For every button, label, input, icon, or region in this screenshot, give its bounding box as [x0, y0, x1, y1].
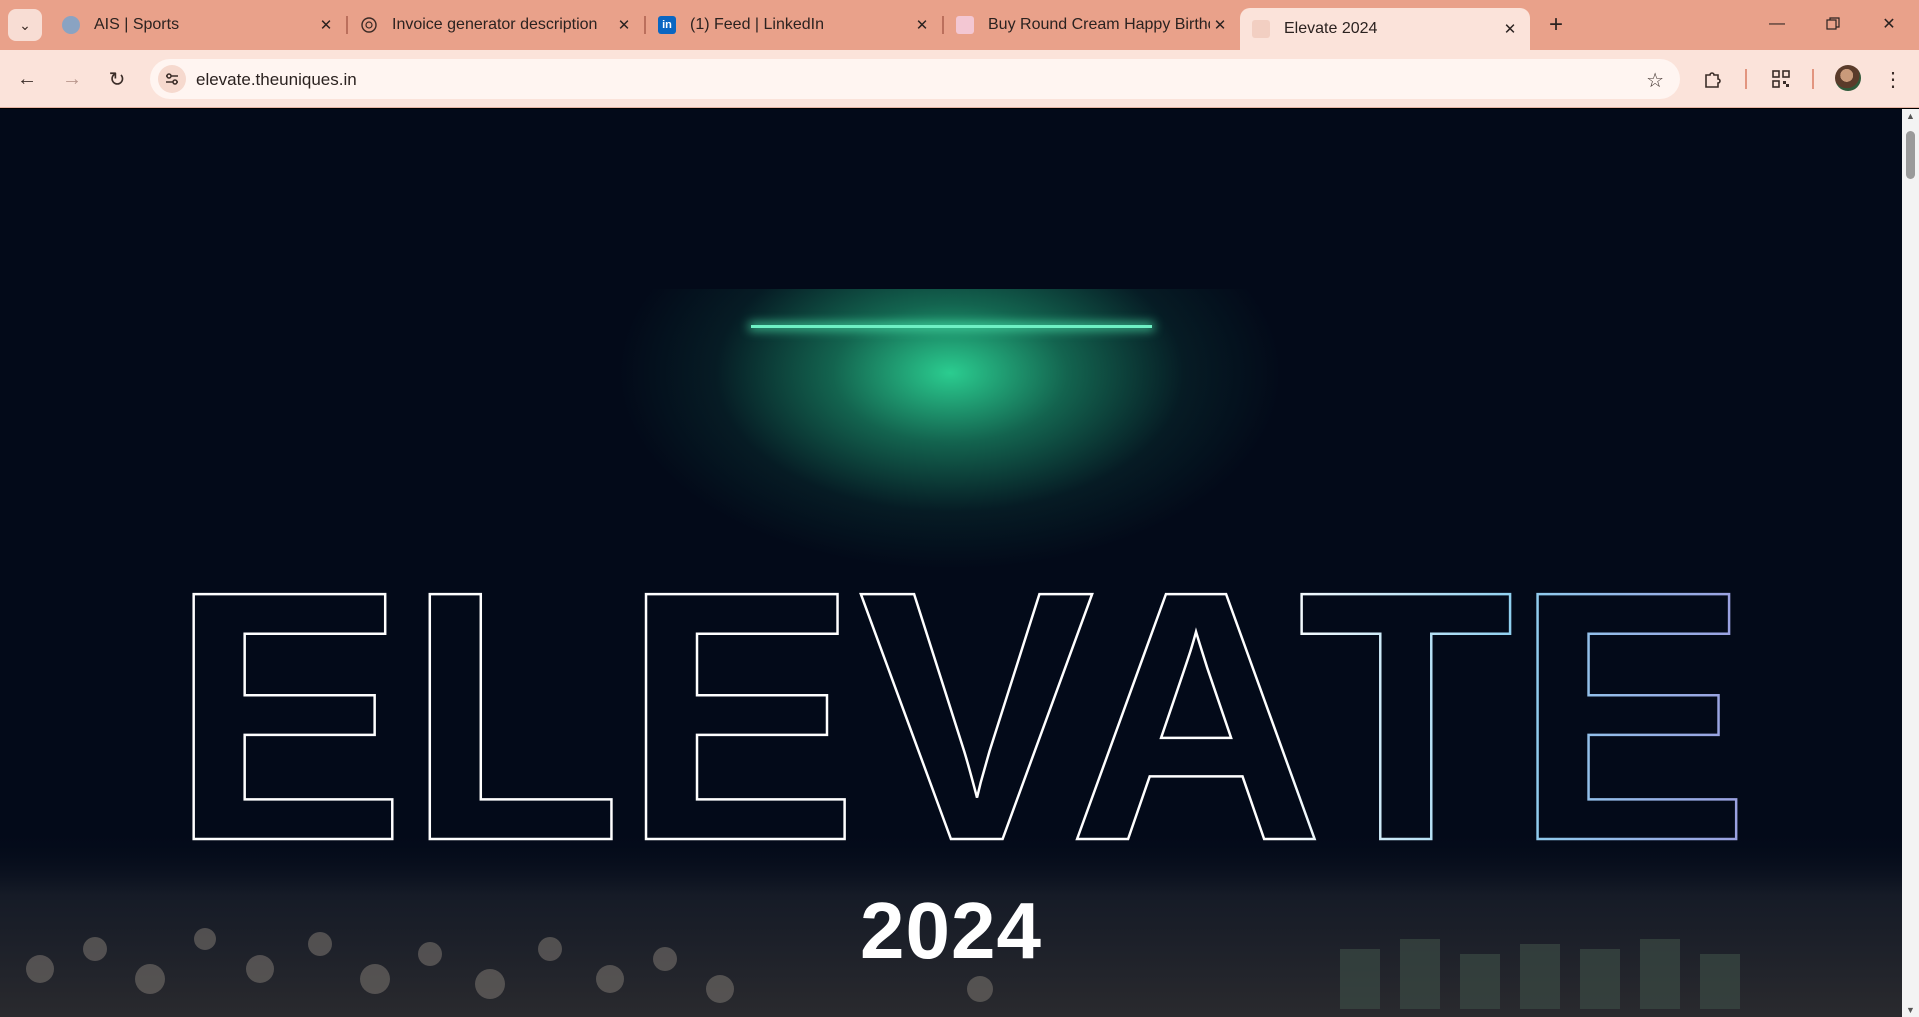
event-year: 2024 [860, 886, 1042, 975]
toolbar-divider [1812, 69, 1814, 89]
extensions-button[interactable] [1696, 62, 1730, 96]
close-window-button[interactable]: ✕ [1866, 8, 1912, 40]
tab-birthday-cake[interactable]: Buy Round Cream Happy Birthd ✕ [944, 8, 1240, 42]
shop-icon [956, 16, 974, 34]
globe-icon [62, 16, 80, 34]
site-icon [1252, 20, 1270, 38]
tab-search-button[interactable]: ⌄ [8, 9, 42, 41]
close-icon: ✕ [1882, 16, 1896, 33]
tune-icon [166, 73, 178, 85]
profile-avatar[interactable] [1835, 65, 1861, 91]
arrow-right-icon: → [62, 67, 82, 90]
bookmark-star-icon[interactable]: ☆ [1646, 68, 1664, 93]
hero-section: ELEVATE 2024 [0, 109, 1902, 1017]
site-info-button[interactable] [158, 65, 186, 93]
scroll-down-icon[interactable]: ▼ [1905, 1005, 1916, 1015]
chevron-down-icon: ⌄ [19, 16, 31, 33]
minimize-icon: — [1769, 15, 1785, 32]
minimize-button[interactable]: — [1754, 8, 1800, 40]
tab-linkedin[interactable]: in (1) Feed | LinkedIn ✕ [646, 8, 944, 42]
scrollbar-thumb[interactable] [1906, 131, 1915, 179]
qr-code-button[interactable] [1764, 62, 1798, 96]
tab-title: Elevate 2024 [1284, 20, 1378, 37]
headline-text: ELEVATE [170, 559, 1750, 859]
close-icon[interactable]: ✕ [614, 15, 634, 35]
tab-title: (1) Feed | LinkedIn [690, 16, 825, 33]
reload-button[interactable]: ↻ [100, 62, 134, 96]
arrow-left-icon: ← [17, 67, 37, 90]
plus-icon: + [1548, 11, 1563, 38]
tab-elevate-2024[interactable]: Elevate 2024 ✕ [1240, 8, 1530, 50]
close-icon[interactable]: ✕ [1500, 19, 1520, 39]
new-tab-button[interactable]: + [1542, 11, 1570, 39]
restore-icon [1826, 17, 1840, 30]
browser-toolbar: ← → ↻ elevate.theuniques.in ☆ ⋮ [0, 50, 1919, 108]
address-bar[interactable]: elevate.theuniques.in ☆ [150, 59, 1680, 99]
tab-title: Invoice generator description [392, 16, 598, 33]
puzzle-icon [1705, 72, 1721, 88]
scroll-up-icon[interactable]: ▲ [1905, 111, 1916, 121]
back-button[interactable]: ← [10, 62, 44, 96]
headline-outline: ELEVATE [169, 559, 1752, 859]
tab-invoice-generator[interactable]: Invoice generator description ✕ [348, 8, 646, 42]
linkedin-icon: in [658, 16, 676, 34]
forward-button[interactable]: → [55, 62, 89, 96]
light-bar [751, 325, 1152, 328]
more-vertical-icon: ⋮ [1883, 68, 1903, 91]
tab-title: AIS | Sports [94, 16, 180, 33]
tab-title: Buy Round Cream Happy Birthd [988, 16, 1210, 33]
tab-strip: ⌄ AIS | Sports ✕ Invoice generator descr… [0, 0, 1919, 50]
tab-ais-sports[interactable]: AIS | Sports ✕ [50, 8, 348, 42]
toolbar-divider [1745, 69, 1747, 89]
close-icon[interactable]: ✕ [316, 15, 336, 35]
restore-button[interactable] [1810, 8, 1856, 40]
qr-code-icon [1772, 70, 1790, 88]
page-scrollbar[interactable]: ▲ ▼ [1902, 109, 1919, 1017]
url-text[interactable]: elevate.theuniques.in [196, 70, 357, 90]
close-icon[interactable]: ✕ [912, 15, 932, 35]
openai-icon [360, 16, 378, 34]
menu-button[interactable]: ⋮ [1876, 62, 1910, 96]
close-icon[interactable]: ✕ [1210, 15, 1230, 35]
reload-icon: ↻ [108, 68, 126, 91]
